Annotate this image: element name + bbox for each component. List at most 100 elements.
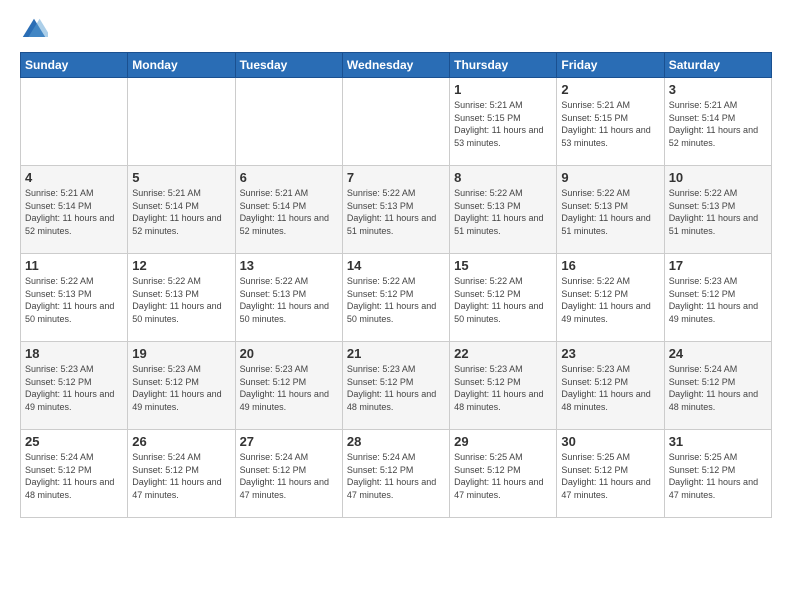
day-cell: 1 Sunrise: 5:21 AMSunset: 5:15 PMDaylight… bbox=[450, 78, 557, 166]
day-info: Sunrise: 5:22 AMSunset: 5:13 PMDaylight:… bbox=[669, 187, 767, 237]
day-cell: 21Sunrise: 5:23 AMSunset: 5:12 PMDayligh… bbox=[342, 342, 449, 430]
header-cell-saturday: Saturday bbox=[664, 53, 771, 78]
day-number: 13 bbox=[240, 258, 338, 273]
header-cell-friday: Friday bbox=[557, 53, 664, 78]
day-cell: 31 Sunrise: 5:25 AMSunset: 5:12 PMDayligh… bbox=[664, 430, 771, 518]
day-number: 31 bbox=[669, 434, 767, 449]
day-number: 12 bbox=[132, 258, 230, 273]
day-number: 1 bbox=[454, 82, 552, 97]
day-number: 6 bbox=[240, 170, 338, 185]
day-cell: 30 Sunrise: 5:25 AMSunset: 5:12 PMDayligh… bbox=[557, 430, 664, 518]
calendar-body: 1 Sunrise: 5:21 AMSunset: 5:15 PMDaylight… bbox=[21, 78, 772, 518]
day-info: Sunrise: 5:21 AMSunset: 5:14 PMDaylight:… bbox=[132, 187, 230, 237]
day-cell: 15 Sunrise: 5:22 AMSunset: 5:12 PMDayligh… bbox=[450, 254, 557, 342]
day-number: 30 bbox=[561, 434, 659, 449]
day-cell: 10Sunrise: 5:22 AMSunset: 5:13 PMDayligh… bbox=[664, 166, 771, 254]
day-info: Sunrise: 5:22 AMSunset: 5:12 PMDaylight:… bbox=[454, 275, 552, 325]
day-cell: 29 Sunrise: 5:25 AMSunset: 5:12 PMDayligh… bbox=[450, 430, 557, 518]
day-cell bbox=[342, 78, 449, 166]
week-row-5: 25 Sunrise: 5:24 AMSunset: 5:12 PMDayligh… bbox=[21, 430, 772, 518]
week-row-3: 11 Sunrise: 5:22 AMSunset: 5:13 PMDayligh… bbox=[21, 254, 772, 342]
header-cell-thursday: Thursday bbox=[450, 53, 557, 78]
day-info: Sunrise: 5:24 AMSunset: 5:12 PMDaylight:… bbox=[25, 451, 123, 501]
day-number: 17 bbox=[669, 258, 767, 273]
day-cell: 2 Sunrise: 5:21 AMSunset: 5:15 PMDaylight… bbox=[557, 78, 664, 166]
day-info: Sunrise: 5:24 AMSunset: 5:12 PMDaylight:… bbox=[669, 363, 767, 413]
day-info: Sunrise: 5:22 AMSunset: 5:12 PMDaylight:… bbox=[347, 275, 445, 325]
day-cell bbox=[235, 78, 342, 166]
day-cell: 25 Sunrise: 5:24 AMSunset: 5:12 PMDayligh… bbox=[21, 430, 128, 518]
day-info: Sunrise: 5:22 AMSunset: 5:13 PMDaylight:… bbox=[132, 275, 230, 325]
day-number: 15 bbox=[454, 258, 552, 273]
day-info: Sunrise: 5:21 AMSunset: 5:14 PMDaylight:… bbox=[240, 187, 338, 237]
day-cell: 20 Sunrise: 5:23 AMSunset: 5:12 PMDayligh… bbox=[235, 342, 342, 430]
day-number: 25 bbox=[25, 434, 123, 449]
day-cell: 7Sunrise: 5:22 AMSunset: 5:13 PMDaylight… bbox=[342, 166, 449, 254]
day-number: 21 bbox=[347, 346, 445, 361]
day-cell: 26 Sunrise: 5:24 AMSunset: 5:12 PMDayligh… bbox=[128, 430, 235, 518]
day-info: Sunrise: 5:23 AMSunset: 5:12 PMDaylight:… bbox=[132, 363, 230, 413]
week-row-1: 1 Sunrise: 5:21 AMSunset: 5:15 PMDaylight… bbox=[21, 78, 772, 166]
header-cell-sunday: Sunday bbox=[21, 53, 128, 78]
day-number: 23 bbox=[561, 346, 659, 361]
day-cell: 8 Sunrise: 5:22 AMSunset: 5:13 PMDaylight… bbox=[450, 166, 557, 254]
day-number: 26 bbox=[132, 434, 230, 449]
calendar-header: SundayMondayTuesdayWednesdayThursdayFrid… bbox=[21, 53, 772, 78]
day-cell: 5 Sunrise: 5:21 AMSunset: 5:14 PMDaylight… bbox=[128, 166, 235, 254]
day-cell: 16 Sunrise: 5:22 AMSunset: 5:12 PMDayligh… bbox=[557, 254, 664, 342]
day-cell: 22Sunrise: 5:23 AMSunset: 5:12 PMDayligh… bbox=[450, 342, 557, 430]
day-cell: 14 Sunrise: 5:22 AMSunset: 5:12 PMDayligh… bbox=[342, 254, 449, 342]
day-cell bbox=[21, 78, 128, 166]
day-cell: 3Sunrise: 5:21 AMSunset: 5:14 PMDaylight… bbox=[664, 78, 771, 166]
day-cell: 4Sunrise: 5:21 AMSunset: 5:14 PMDaylight… bbox=[21, 166, 128, 254]
day-info: Sunrise: 5:25 AMSunset: 5:12 PMDaylight:… bbox=[669, 451, 767, 501]
day-number: 18 bbox=[25, 346, 123, 361]
day-cell: 17Sunrise: 5:23 AMSunset: 5:12 PMDayligh… bbox=[664, 254, 771, 342]
header bbox=[20, 16, 772, 44]
day-number: 8 bbox=[454, 170, 552, 185]
day-info: Sunrise: 5:22 AMSunset: 5:13 PMDaylight:… bbox=[561, 187, 659, 237]
day-info: Sunrise: 5:24 AMSunset: 5:12 PMDaylight:… bbox=[132, 451, 230, 501]
logo-icon bbox=[20, 16, 48, 44]
day-info: Sunrise: 5:22 AMSunset: 5:13 PMDaylight:… bbox=[347, 187, 445, 237]
day-info: Sunrise: 5:23 AMSunset: 5:12 PMDaylight:… bbox=[240, 363, 338, 413]
day-number: 20 bbox=[240, 346, 338, 361]
header-cell-tuesday: Tuesday bbox=[235, 53, 342, 78]
day-cell: 23 Sunrise: 5:23 AMSunset: 5:12 PMDayligh… bbox=[557, 342, 664, 430]
day-number: 16 bbox=[561, 258, 659, 273]
day-info: Sunrise: 5:24 AMSunset: 5:12 PMDaylight:… bbox=[347, 451, 445, 501]
day-cell: 18Sunrise: 5:23 AMSunset: 5:12 PMDayligh… bbox=[21, 342, 128, 430]
day-info: Sunrise: 5:25 AMSunset: 5:12 PMDaylight:… bbox=[561, 451, 659, 501]
calendar-table: SundayMondayTuesdayWednesdayThursdayFrid… bbox=[20, 52, 772, 518]
day-number: 2 bbox=[561, 82, 659, 97]
day-cell: 28 Sunrise: 5:24 AMSunset: 5:12 PMDayligh… bbox=[342, 430, 449, 518]
day-info: Sunrise: 5:24 AMSunset: 5:12 PMDaylight:… bbox=[240, 451, 338, 501]
day-info: Sunrise: 5:22 AMSunset: 5:13 PMDaylight:… bbox=[240, 275, 338, 325]
day-cell: 24Sunrise: 5:24 AMSunset: 5:12 PMDayligh… bbox=[664, 342, 771, 430]
page-container: SundayMondayTuesdayWednesdayThursdayFrid… bbox=[0, 0, 792, 528]
day-info: Sunrise: 5:21 AMSunset: 5:14 PMDaylight:… bbox=[25, 187, 123, 237]
day-number: 28 bbox=[347, 434, 445, 449]
day-number: 11 bbox=[25, 258, 123, 273]
week-row-2: 4Sunrise: 5:21 AMSunset: 5:14 PMDaylight… bbox=[21, 166, 772, 254]
day-info: Sunrise: 5:21 AMSunset: 5:15 PMDaylight:… bbox=[454, 99, 552, 149]
header-cell-monday: Monday bbox=[128, 53, 235, 78]
day-info: Sunrise: 5:21 AMSunset: 5:15 PMDaylight:… bbox=[561, 99, 659, 149]
day-info: Sunrise: 5:22 AMSunset: 5:13 PMDaylight:… bbox=[25, 275, 123, 325]
day-info: Sunrise: 5:21 AMSunset: 5:14 PMDaylight:… bbox=[669, 99, 767, 149]
day-number: 29 bbox=[454, 434, 552, 449]
day-number: 5 bbox=[132, 170, 230, 185]
day-info: Sunrise: 5:25 AMSunset: 5:12 PMDaylight:… bbox=[454, 451, 552, 501]
day-number: 19 bbox=[132, 346, 230, 361]
day-cell: 13 Sunrise: 5:22 AMSunset: 5:13 PMDayligh… bbox=[235, 254, 342, 342]
day-cell bbox=[128, 78, 235, 166]
day-cell: 27Sunrise: 5:24 AMSunset: 5:12 PMDayligh… bbox=[235, 430, 342, 518]
day-number: 14 bbox=[347, 258, 445, 273]
day-number: 22 bbox=[454, 346, 552, 361]
day-info: Sunrise: 5:23 AMSunset: 5:12 PMDaylight:… bbox=[561, 363, 659, 413]
day-cell: 12 Sunrise: 5:22 AMSunset: 5:13 PMDayligh… bbox=[128, 254, 235, 342]
day-number: 9 bbox=[561, 170, 659, 185]
day-info: Sunrise: 5:22 AMSunset: 5:12 PMDaylight:… bbox=[561, 275, 659, 325]
day-info: Sunrise: 5:22 AMSunset: 5:13 PMDaylight:… bbox=[454, 187, 552, 237]
logo bbox=[20, 16, 52, 44]
